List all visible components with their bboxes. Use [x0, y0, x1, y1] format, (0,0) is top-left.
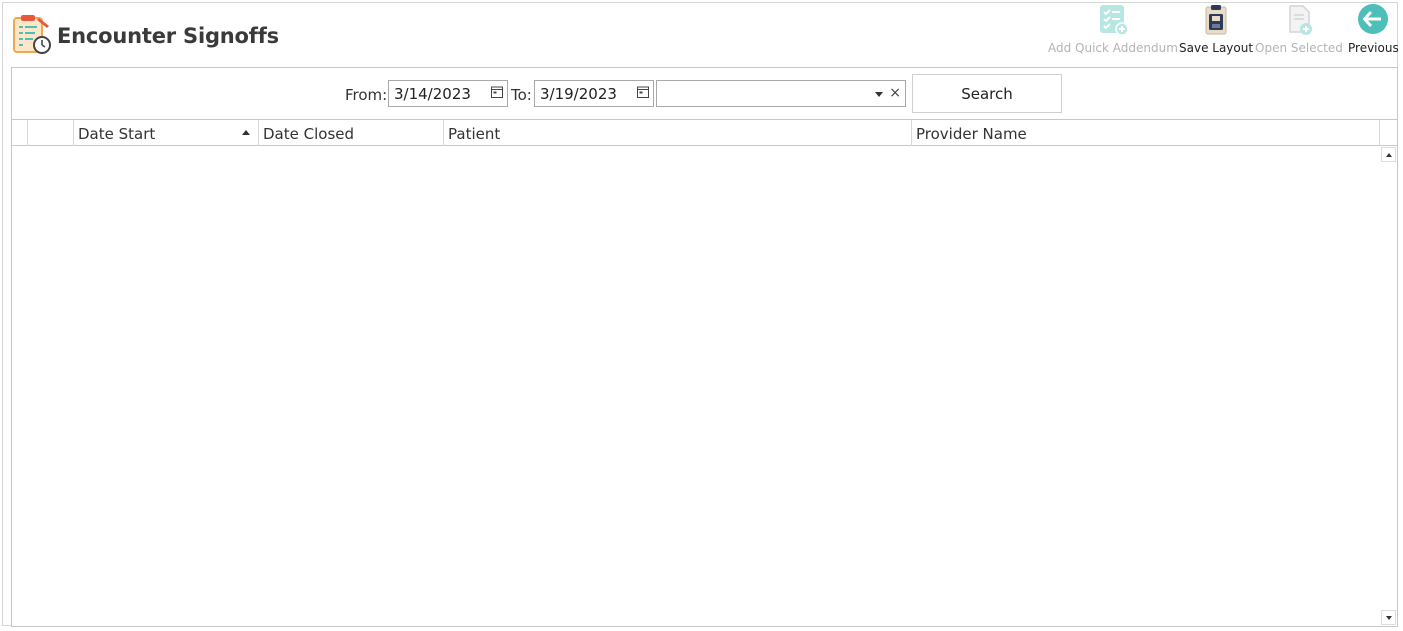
column-header-provider-name[interactable]: Provider Name: [912, 120, 1380, 146]
select-column-header[interactable]: [28, 120, 74, 146]
row-indicator-header: [12, 120, 28, 146]
column-header-patient[interactable]: Patient: [444, 120, 912, 146]
open-selected-button[interactable]: Open Selected: [1255, 3, 1343, 59]
document-add-icon: [1282, 3, 1316, 37]
arrow-left-circle-icon: [1356, 3, 1390, 37]
grid-header: Date Start Date Closed Patient Provider …: [12, 119, 1397, 146]
content-panel: From: 3/14/2023 To: 3/19/2023 × Search D…: [11, 67, 1398, 627]
from-label: From:: [345, 86, 388, 104]
scroll-up-button[interactable]: [1381, 147, 1396, 162]
from-date-value: 3/14/2023: [394, 85, 471, 103]
calendar-icon[interactable]: [491, 86, 503, 98]
clipboard-clock-icon: [11, 12, 55, 56]
clear-icon[interactable]: ×: [889, 84, 901, 102]
previous-button[interactable]: Previous: [1348, 3, 1399, 59]
sort-ascending-icon: [242, 130, 250, 135]
provider-combobox[interactable]: ×: [656, 80, 906, 107]
open-selected-label: Open Selected: [1255, 41, 1343, 55]
page-title: Encounter Signoffs: [57, 24, 279, 48]
window: Encounter Signoffs Add Quick Addendum Sa…: [2, 2, 1399, 627]
chevron-down-icon[interactable]: [875, 92, 883, 97]
column-header-date-start[interactable]: Date Start: [74, 120, 259, 146]
from-date-input[interactable]: 3/14/2023: [388, 80, 508, 107]
vertical-scrollbar[interactable]: [1381, 147, 1396, 625]
to-date-value: 3/19/2023: [540, 85, 617, 103]
column-header-label: Date Start: [78, 125, 156, 143]
save-clipboard-icon: [1199, 3, 1233, 37]
scroll-down-button[interactable]: [1381, 610, 1396, 625]
search-button[interactable]: Search: [912, 74, 1062, 113]
column-header-date-closed[interactable]: Date Closed: [259, 120, 444, 146]
grid-body[interactable]: [12, 146, 1397, 626]
chevron-down-icon: [1386, 616, 1392, 620]
calendar-icon[interactable]: [637, 86, 649, 98]
save-layout-button[interactable]: Save Layout: [1179, 3, 1253, 59]
to-date-input[interactable]: 3/19/2023: [534, 80, 654, 107]
chevron-up-icon: [1386, 153, 1392, 157]
add-quick-addendum-button[interactable]: Add Quick Addendum: [1048, 3, 1178, 59]
previous-label: Previous: [1348, 41, 1399, 55]
add-quick-addendum-label: Add Quick Addendum: [1048, 41, 1178, 55]
filter-bar: From: 3/14/2023 To: 3/19/2023 × Search: [12, 68, 1397, 119]
save-layout-label: Save Layout: [1179, 41, 1254, 55]
to-label: To:: [511, 86, 532, 104]
checklist-add-icon: [1096, 3, 1130, 37]
